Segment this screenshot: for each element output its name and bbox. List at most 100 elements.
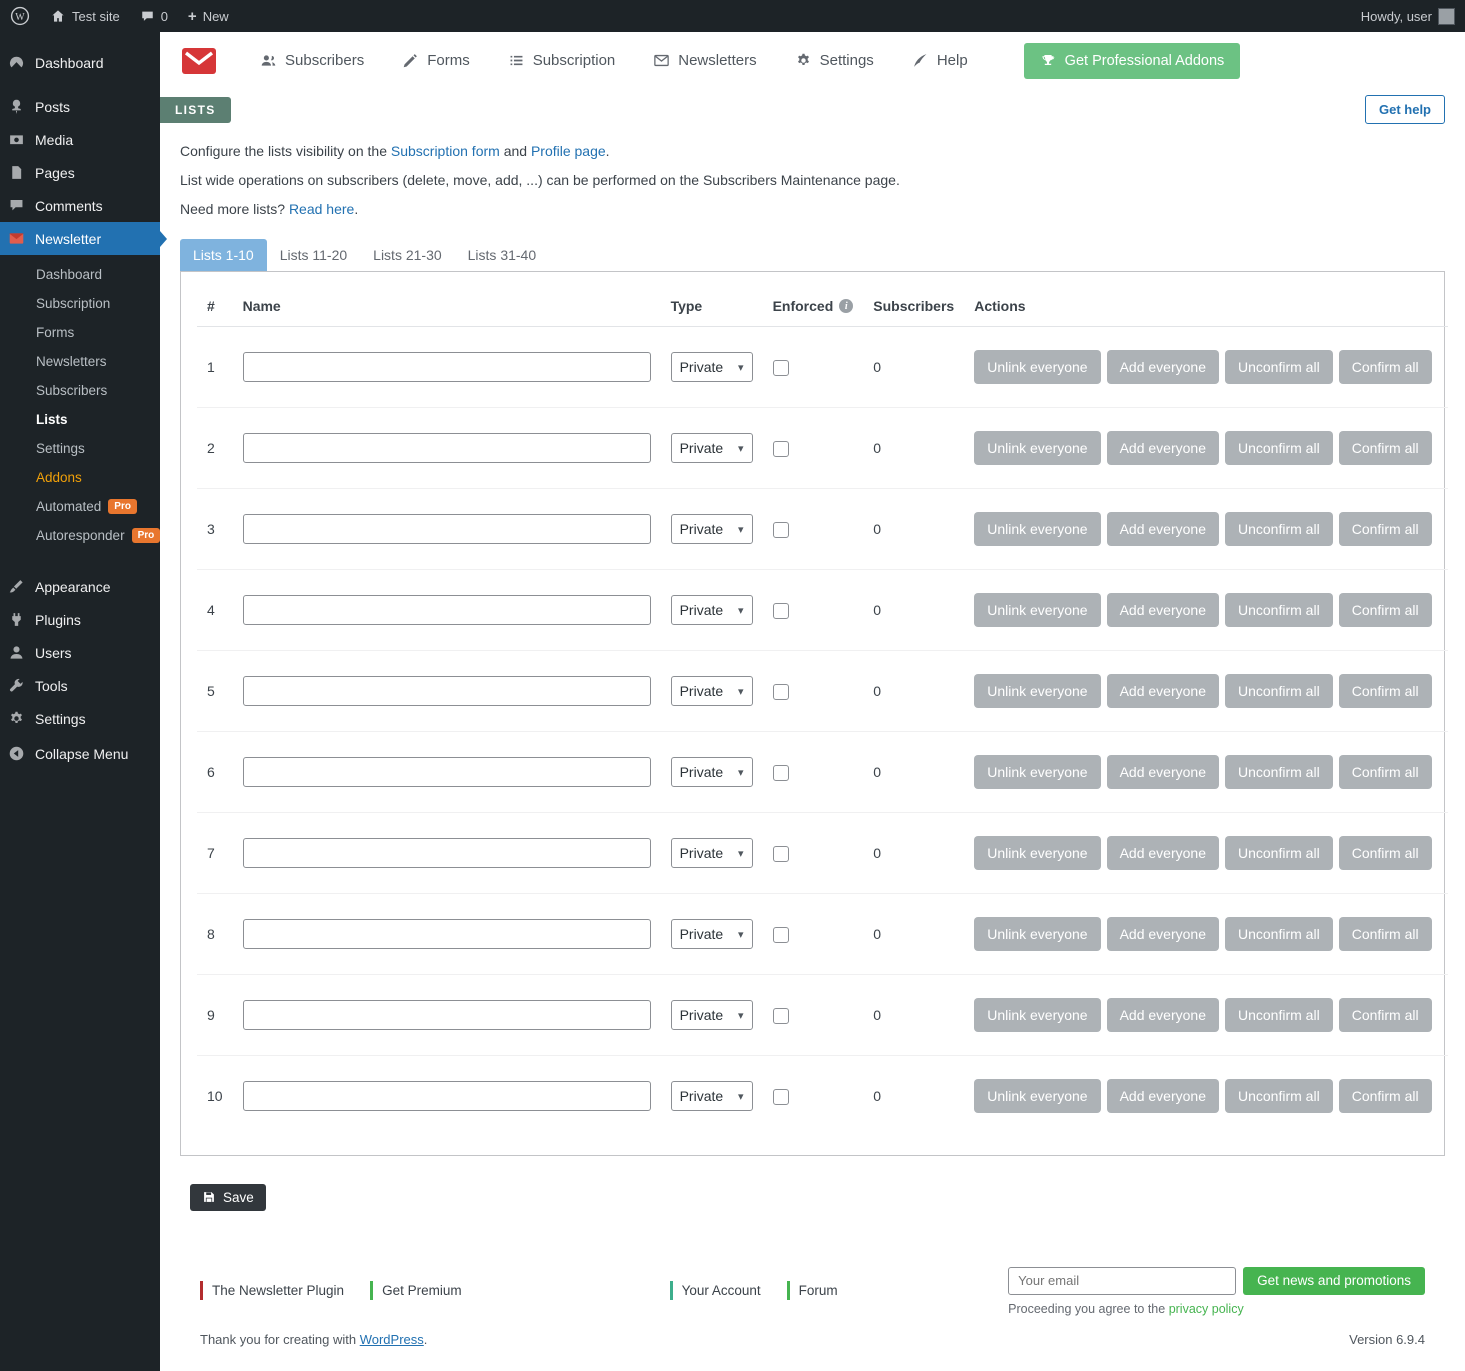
unconfirm-all-button[interactable]: Unconfirm all (1225, 755, 1333, 789)
list-name-input[interactable] (243, 838, 651, 868)
tab-lists-21-30[interactable]: Lists 21-30 (360, 239, 454, 271)
confirm-all-button[interactable]: Confirm all (1339, 350, 1432, 384)
read-here-link[interactable]: Read here (289, 201, 354, 217)
submenu-item-subscribers[interactable]: Subscribers (0, 376, 160, 405)
confirm-all-button[interactable]: Confirm all (1339, 998, 1432, 1032)
enforced-checkbox[interactable] (773, 441, 789, 457)
submenu-item-settings[interactable]: Settings (0, 434, 160, 463)
list-name-input[interactable] (243, 919, 651, 949)
sidebar-item-posts[interactable]: Posts (0, 90, 160, 123)
footer-link-forum[interactable]: Forum (787, 1281, 838, 1300)
nav-forms[interactable]: Forms (402, 52, 470, 69)
unconfirm-all-button[interactable]: Unconfirm all (1225, 350, 1333, 384)
enforced-checkbox[interactable] (773, 1089, 789, 1105)
type-select[interactable]: Private▾ (671, 352, 753, 382)
type-select[interactable]: Private▾ (671, 838, 753, 868)
submenu-item-addons[interactable]: Addons (0, 463, 160, 492)
sidebar-item-pages[interactable]: Pages (0, 156, 160, 189)
nav-subscribers[interactable]: Subscribers (260, 52, 364, 69)
list-name-input[interactable] (243, 676, 651, 706)
type-select[interactable]: Private▾ (671, 676, 753, 706)
tab-lists-11-20[interactable]: Lists 11-20 (267, 239, 360, 271)
confirm-all-button[interactable]: Confirm all (1339, 836, 1432, 870)
unlink-everyone-button[interactable]: Unlink everyone (974, 998, 1100, 1032)
list-name-input[interactable] (243, 757, 651, 787)
unlink-everyone-button[interactable]: Unlink everyone (974, 350, 1100, 384)
unconfirm-all-button[interactable]: Unconfirm all (1225, 836, 1333, 870)
enforced-checkbox[interactable] (773, 927, 789, 943)
add-everyone-button[interactable]: Add everyone (1107, 755, 1219, 789)
add-everyone-button[interactable]: Add everyone (1107, 674, 1219, 708)
nav-newsletters[interactable]: Newsletters (653, 52, 756, 69)
tab-lists-1-10[interactable]: Lists 1-10 (180, 239, 267, 271)
nav-help[interactable]: Help (912, 52, 968, 69)
list-name-input[interactable] (243, 1081, 651, 1111)
save-button[interactable]: Save (190, 1184, 266, 1211)
enforced-checkbox[interactable] (773, 360, 789, 376)
unconfirm-all-button[interactable]: Unconfirm all (1225, 593, 1333, 627)
sidebar-item-settings[interactable]: Settings (0, 702, 160, 735)
info-icon[interactable]: i (839, 299, 853, 313)
unlink-everyone-button[interactable]: Unlink everyone (974, 755, 1100, 789)
add-everyone-button[interactable]: Add everyone (1107, 1079, 1219, 1113)
profile-page-link[interactable]: Profile page (531, 143, 606, 159)
submenu-item-dashboard[interactable]: Dashboard (0, 260, 160, 289)
list-name-input[interactable] (243, 514, 651, 544)
confirm-all-button[interactable]: Confirm all (1339, 1079, 1432, 1113)
submenu-item-automated[interactable]: Automated Pro (0, 492, 160, 521)
howdy-menu[interactable]: Howdy, user (1351, 0, 1465, 32)
list-name-input[interactable] (243, 1000, 651, 1030)
wordpress-link[interactable]: WordPress (360, 1332, 424, 1347)
confirm-all-button[interactable]: Confirm all (1339, 512, 1432, 546)
unlink-everyone-button[interactable]: Unlink everyone (974, 512, 1100, 546)
wordpress-logo[interactable]: W (0, 0, 40, 32)
nav-subscription[interactable]: Subscription (508, 52, 616, 69)
type-select[interactable]: Private▾ (671, 919, 753, 949)
subscription-form-link[interactable]: Subscription form (391, 143, 500, 159)
enforced-checkbox[interactable] (773, 522, 789, 538)
subscribe-button[interactable]: Get news and promotions (1243, 1267, 1425, 1295)
nav-settings[interactable]: Settings (795, 52, 874, 69)
submenu-item-forms[interactable]: Forms (0, 318, 160, 347)
enforced-checkbox[interactable] (773, 684, 789, 700)
add-everyone-button[interactable]: Add everyone (1107, 512, 1219, 546)
tab-lists-31-40[interactable]: Lists 31-40 (455, 239, 549, 271)
unconfirm-all-button[interactable]: Unconfirm all (1225, 917, 1333, 951)
footer-link-get-premium[interactable]: Get Premium (370, 1281, 462, 1300)
submenu-item-subscription[interactable]: Subscription (0, 289, 160, 318)
confirm-all-button[interactable]: Confirm all (1339, 431, 1432, 465)
list-name-input[interactable] (243, 352, 651, 382)
unlink-everyone-button[interactable]: Unlink everyone (974, 674, 1100, 708)
footer-link-newsletter-plugin[interactable]: The Newsletter Plugin (200, 1281, 344, 1300)
unlink-everyone-button[interactable]: Unlink everyone (974, 917, 1100, 951)
unlink-everyone-button[interactable]: Unlink everyone (974, 431, 1100, 465)
add-everyone-button[interactable]: Add everyone (1107, 350, 1219, 384)
collapse-menu-button[interactable]: Collapse Menu (0, 737, 160, 770)
unlink-everyone-button[interactable]: Unlink everyone (974, 836, 1100, 870)
sidebar-item-comments[interactable]: Comments (0, 189, 160, 222)
confirm-all-button[interactable]: Confirm all (1339, 755, 1432, 789)
submenu-item-autoresponder[interactable]: Autoresponder Pro (0, 521, 160, 550)
sidebar-item-dashboard[interactable]: Dashboard (0, 46, 160, 79)
enforced-checkbox[interactable] (773, 846, 789, 862)
unlink-everyone-button[interactable]: Unlink everyone (974, 1079, 1100, 1113)
add-everyone-button[interactable]: Add everyone (1107, 836, 1219, 870)
list-name-input[interactable] (243, 595, 651, 625)
type-select[interactable]: Private▾ (671, 1000, 753, 1030)
comments-menu[interactable]: 0 (130, 0, 178, 32)
type-select[interactable]: Private▾ (671, 1081, 753, 1111)
get-professional-addons-button[interactable]: Get Professional Addons (1024, 43, 1241, 79)
sidebar-item-tools[interactable]: Tools (0, 669, 160, 702)
unconfirm-all-button[interactable]: Unconfirm all (1225, 674, 1333, 708)
new-menu[interactable]: + New (178, 0, 239, 32)
add-everyone-button[interactable]: Add everyone (1107, 593, 1219, 627)
get-help-button[interactable]: Get help (1365, 95, 1445, 124)
confirm-all-button[interactable]: Confirm all (1339, 674, 1432, 708)
sidebar-item-plugins[interactable]: Plugins (0, 603, 160, 636)
unconfirm-all-button[interactable]: Unconfirm all (1225, 431, 1333, 465)
submenu-item-newsletters[interactable]: Newsletters (0, 347, 160, 376)
confirm-all-button[interactable]: Confirm all (1339, 917, 1432, 951)
enforced-checkbox[interactable] (773, 603, 789, 619)
newsletter-logo[interactable] (182, 48, 216, 74)
submenu-item-lists[interactable]: Lists (0, 405, 160, 434)
